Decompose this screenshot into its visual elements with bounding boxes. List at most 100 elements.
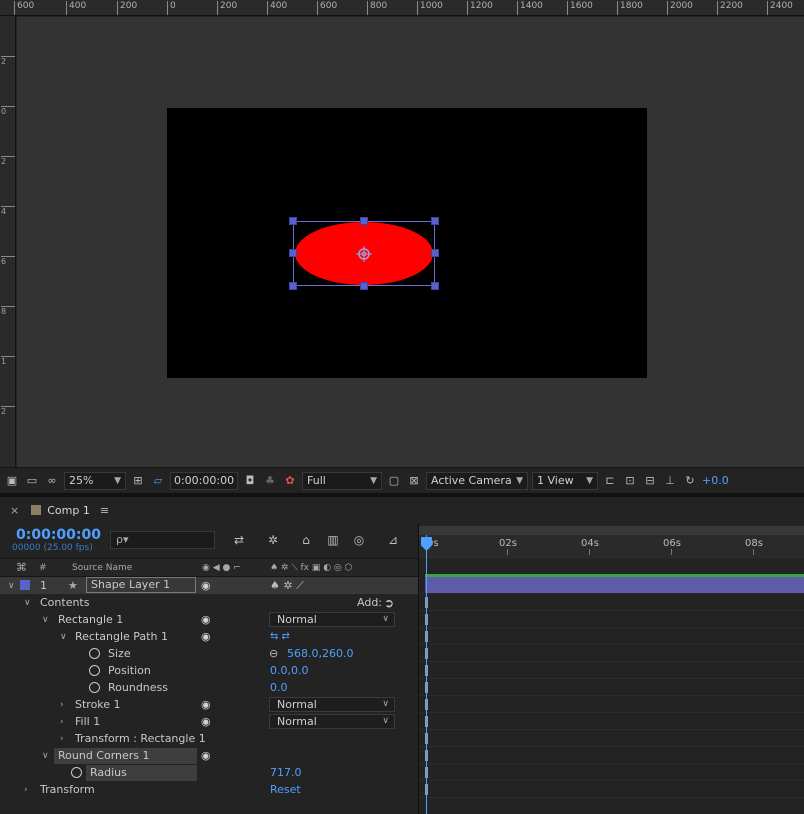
graph-editor-icon[interactable]: ⊿ bbox=[384, 531, 402, 549]
transform-reset-link[interactable]: Reset bbox=[270, 783, 301, 796]
eye-icon[interactable]: ◉ bbox=[201, 698, 211, 711]
size-value[interactable]: 568.0,260.0 bbox=[287, 647, 353, 660]
resolution-select[interactable]: Full ▼ bbox=[302, 471, 382, 490]
motion-blur-icon[interactable]: ◎ bbox=[350, 531, 368, 549]
radius-value[interactable]: 717.0 bbox=[270, 766, 302, 779]
transparency-grid-icon[interactable]: ⊠ bbox=[406, 473, 422, 489]
chevron-right-icon[interactable]: › bbox=[24, 785, 28, 795]
fill-1-group[interactable]: › Fill 1 ◉ Normal ∨ bbox=[0, 713, 418, 730]
time-ruler[interactable]: 0s 02s 04s 06s 08s bbox=[419, 535, 804, 555]
snapshot-camera-icon[interactable]: ◘ bbox=[242, 473, 258, 489]
color-channels-icon[interactable]: ✿ bbox=[282, 473, 298, 489]
hide-shy-layers-icon[interactable]: ⌂ bbox=[297, 531, 315, 549]
chevron-down-icon[interactable]: ∨ bbox=[60, 632, 67, 642]
current-time-indicator[interactable] bbox=[426, 535, 427, 814]
always-preview-icon[interactable]: ▣ bbox=[4, 473, 20, 489]
position-property-row[interactable]: Position 0.0,0.0 bbox=[0, 662, 418, 679]
zoom-select[interactable]: 25% ▼ bbox=[64, 471, 126, 490]
eye-icon[interactable]: ◉ bbox=[201, 749, 211, 762]
contents-group[interactable]: ∨ Contents Add: ➲ bbox=[0, 594, 418, 611]
layer-switches[interactable]: ♠ ✲ ⟋ bbox=[270, 579, 304, 593]
view-layout-select[interactable]: 1 View ▼ bbox=[532, 471, 598, 490]
stopwatch-icon[interactable] bbox=[89, 648, 100, 659]
work-area-bar[interactable] bbox=[419, 526, 804, 535]
eye-icon[interactable]: ◉ bbox=[201, 715, 211, 728]
ruler-left[interactable]: 2 0 2 4 6 8 1 2 bbox=[0, 16, 16, 467]
mask-visibility-icon[interactable]: ▱ bbox=[150, 473, 166, 489]
blend-mode-select[interactable]: Normal ∨ bbox=[269, 612, 395, 627]
reset-exposure-icon[interactable]: ↻ bbox=[682, 473, 698, 489]
chevron-right-icon[interactable]: › bbox=[60, 700, 64, 710]
layer-label-color[interactable] bbox=[20, 580, 30, 590]
constrain-link-icon[interactable]: ⊖ bbox=[269, 647, 278, 660]
transform-handle[interactable] bbox=[431, 217, 439, 225]
transform-handle[interactable] bbox=[360, 217, 368, 225]
chevron-down-icon[interactable]: ∨ bbox=[42, 751, 49, 761]
eye-icon[interactable]: ◉ bbox=[201, 630, 211, 643]
chevron-down-icon[interactable]: ∨ bbox=[42, 615, 49, 625]
chevron-right-icon[interactable]: › bbox=[60, 734, 64, 744]
rectangle-1-group[interactable]: ∨ Rectangle 1 ◉ Normal ∨ bbox=[0, 611, 418, 628]
transform-rectangle-group[interactable]: › Transform : Rectangle 1 bbox=[0, 730, 418, 747]
composition-mini-flowchart-icon[interactable]: ⇄ bbox=[230, 531, 248, 549]
add-menu-icon[interactable]: ➲ bbox=[384, 596, 394, 610]
layer-row-shape-layer-1[interactable]: ∨ 1 ★ Shape Layer 1 ◉ ♠ ✲ ⟋ bbox=[0, 577, 418, 594]
label-tag-icon[interactable]: ⌘ bbox=[16, 561, 27, 574]
transform-group[interactable]: › Transform Reset bbox=[0, 781, 418, 798]
transform-handle[interactable] bbox=[289, 217, 297, 225]
chevron-right-icon[interactable]: › bbox=[60, 717, 64, 727]
stopwatch-icon[interactable] bbox=[89, 682, 100, 693]
panel-menu-icon[interactable]: ≡ bbox=[100, 504, 109, 517]
path-direction-icon[interactable]: ⇆ ⇄ bbox=[270, 631, 290, 642]
position-value[interactable]: 0.0,0.0 bbox=[270, 664, 308, 677]
transform-handle[interactable] bbox=[289, 282, 297, 290]
size-property-row[interactable]: Size ⊖ 568.0,260.0 bbox=[0, 645, 418, 662]
stopwatch-icon[interactable] bbox=[89, 665, 100, 676]
roundness-property-row[interactable]: Roundness 0.0 bbox=[0, 679, 418, 696]
chevron-down-icon[interactable]: ∨ bbox=[24, 598, 31, 608]
close-icon[interactable]: × bbox=[10, 504, 19, 517]
exposure-value[interactable]: +0.0 bbox=[702, 474, 729, 487]
stopwatch-icon[interactable] bbox=[71, 767, 82, 778]
safe-margins-icon[interactable]: ⊞ bbox=[130, 473, 146, 489]
ruler-top[interactable]: 600 400 200 0 200 400 600 800 1000 1200 … bbox=[0, 0, 804, 16]
radius-property-row[interactable]: Radius 717.0 bbox=[0, 764, 418, 781]
column-source-name[interactable]: Source Name bbox=[72, 563, 132, 573]
layer-name-field[interactable]: Shape Layer 1 bbox=[86, 577, 196, 593]
current-time-field[interactable]: 0:00:00:00 bbox=[170, 471, 238, 490]
toggle-pixel-aspect-icon[interactable]: ⊏ bbox=[602, 473, 618, 489]
region-of-interest-icon[interactable]: ▢ bbox=[386, 473, 402, 489]
round-corners-group[interactable]: ∨ Round Corners 1 ◉ bbox=[0, 747, 418, 764]
stroke-1-group[interactable]: › Stroke 1 ◉ Normal ∨ bbox=[0, 696, 418, 713]
timeline-timecode[interactable]: 0:00:00:00 bbox=[16, 527, 101, 543]
transform-handle[interactable] bbox=[431, 282, 439, 290]
fast-previews-icon[interactable]: ⊡ bbox=[622, 473, 638, 489]
transform-handle[interactable] bbox=[289, 249, 297, 257]
eye-icon[interactable]: ◉ bbox=[201, 579, 211, 592]
rectangle-path-1-group[interactable]: ∨ Rectangle Path 1 ◉ ⇆ ⇄ bbox=[0, 628, 418, 645]
layer-duration-bar[interactable] bbox=[425, 577, 804, 593]
transform-label: Transform bbox=[40, 783, 95, 796]
camera-select[interactable]: Active Camera ▼ bbox=[426, 471, 528, 490]
blend-mode-select[interactable]: Normal ∨ bbox=[269, 714, 395, 729]
chevron-down-icon[interactable]: ∨ bbox=[8, 581, 15, 591]
chevron-down-icon: ▼ bbox=[114, 475, 121, 486]
composition-viewer[interactable] bbox=[17, 17, 804, 467]
vr-goggles-icon[interactable]: ∞ bbox=[44, 473, 60, 489]
time-graph[interactable]: 0s 02s 04s 06s 08s bbox=[418, 523, 804, 814]
transform-handle[interactable] bbox=[360, 282, 368, 290]
tab-comp-1[interactable]: × Comp 1 ≡ bbox=[0, 499, 418, 521]
draft-3d-icon[interactable]: ✲ bbox=[264, 531, 282, 549]
blend-mode-select[interactable]: Normal ∨ bbox=[269, 697, 395, 712]
eye-icon[interactable]: ◉ bbox=[201, 613, 211, 626]
anchor-point-icon[interactable] bbox=[356, 246, 372, 262]
monitor-icon[interactable]: ▭ bbox=[24, 473, 40, 489]
flowchart-icon[interactable]: ⊥ bbox=[662, 473, 678, 489]
transform-handle[interactable] bbox=[431, 249, 439, 257]
show-snapshot-icon[interactable]: ♣ bbox=[262, 473, 278, 489]
roundness-value[interactable]: 0.0 bbox=[270, 681, 288, 694]
timeline-icon[interactable]: ⊟ bbox=[642, 473, 658, 489]
column-hash[interactable]: # bbox=[39, 563, 47, 573]
search-input[interactable]: ρ▾ bbox=[110, 531, 215, 549]
frame-blending-icon[interactable]: ▥ bbox=[324, 531, 342, 549]
